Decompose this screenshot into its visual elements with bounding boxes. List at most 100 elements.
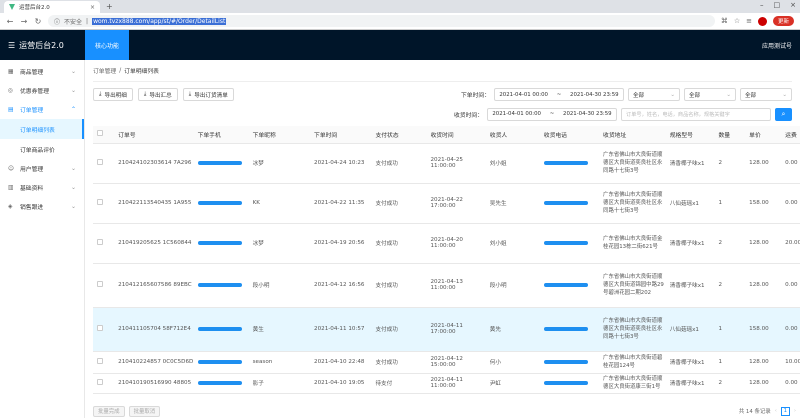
cell-price: 128.00 bbox=[745, 373, 782, 394]
reload-icon[interactable]: ↻ bbox=[34, 17, 42, 26]
cell-shipping: 0.00 bbox=[781, 183, 800, 224]
download-icon: ⤓ bbox=[143, 91, 147, 97]
download-icon: ⤓ bbox=[99, 91, 102, 97]
cell-address: 广东省佛山市大良街道金桂花园13栋二街621号 bbox=[599, 223, 666, 264]
goods-icon: ▦ bbox=[8, 68, 14, 75]
row-checkbox[interactable] bbox=[97, 159, 103, 165]
search-button[interactable]: ⌕ bbox=[775, 107, 792, 121]
info-icon[interactable]: ⓘ bbox=[54, 17, 60, 26]
coupon-icon: ◎ bbox=[8, 87, 14, 94]
row-checkbox[interactable] bbox=[97, 379, 103, 385]
cell-shipping: 10.00 bbox=[781, 351, 800, 374]
sidebar-item-basic-data[interactable]: ▥ 基础资料 ⌄ bbox=[0, 178, 84, 197]
receive-time-range-picker[interactable]: 2021-04-01 00:00 ~2021-04-30 23:59 bbox=[487, 107, 617, 121]
row-checkbox[interactable] bbox=[97, 239, 103, 245]
user-menu[interactable]: 应用测试号 bbox=[762, 41, 800, 50]
cell-receive-time: 2021-04-12 15:00:00 bbox=[426, 351, 486, 374]
sidebar-item-orders[interactable]: ▤ 订单管理 ⌃ bbox=[0, 100, 84, 119]
cell-receiver: 刘小姐 bbox=[485, 143, 540, 184]
table-row[interactable]: 210419205625 1C560844 冰梦 2021-04-19 20:56 支… bbox=[93, 223, 800, 264]
order-icon: ▤ bbox=[8, 106, 14, 113]
update-button[interactable]: 更新 bbox=[772, 16, 794, 26]
profile-avatar[interactable] bbox=[757, 16, 767, 26]
select-all-checkbox[interactable] bbox=[97, 130, 103, 137]
redacted-mark bbox=[197, 359, 242, 364]
top-nav-core[interactable]: 核心功能 bbox=[85, 30, 130, 60]
breadcrumb-parent[interactable]: 订单管理 bbox=[93, 66, 116, 75]
cell-receive-time: 2021-04-11 11:00:00 bbox=[426, 373, 486, 394]
new-tab-icon[interactable]: + bbox=[106, 1, 113, 13]
cell-receiver-phone bbox=[539, 263, 600, 308]
prev-page-icon[interactable]: ‹ bbox=[775, 408, 777, 414]
back-icon[interactable]: ← bbox=[6, 17, 14, 26]
table-row[interactable]: 210422113540435 1A955 KK 2021-04-22 11:35 支… bbox=[93, 183, 800, 224]
browser-tab[interactable]: 运营后台2.0 × bbox=[4, 1, 100, 13]
row-checkbox[interactable] bbox=[97, 281, 103, 287]
sidebar-subitem-order-review[interactable]: 订单商品评价 bbox=[0, 139, 84, 159]
app-logo: ☰ 运营后台2.0 bbox=[0, 40, 85, 51]
filter-select-2[interactable]: 全部 ⌄ bbox=[684, 88, 736, 101]
cell-receiver: 何小 bbox=[485, 351, 540, 374]
cell-nickname: season bbox=[248, 351, 311, 374]
col-shipping: 运费 bbox=[781, 126, 800, 144]
table-row[interactable]: 210410190516990 48805 影子 2021-04-10 19:05 待… bbox=[93, 373, 800, 394]
row-checkbox[interactable] bbox=[97, 358, 103, 364]
next-page-icon[interactable]: › bbox=[794, 408, 796, 414]
batch-complete-button[interactable]: 批量完成 bbox=[93, 405, 125, 417]
search-input[interactable]: 订单号，姓名，电话，商品名称，规格关键字 bbox=[621, 107, 771, 121]
cell-order-time: 2021-04-10 19:05 bbox=[310, 373, 372, 394]
maximize-icon[interactable]: □ bbox=[774, 1, 781, 9]
col-order-no: 订单号 bbox=[114, 126, 194, 144]
table-row[interactable]: 210424102303614 7A296 冰梦 2021-04-24 10:23 支… bbox=[93, 143, 800, 184]
redacted-mark bbox=[197, 326, 242, 331]
redacted-mark bbox=[197, 282, 242, 287]
chevron-down-icon: ⌄ bbox=[70, 203, 76, 210]
sidebar-subitem-order-detail[interactable]: 订单明细列表 bbox=[0, 119, 84, 139]
table-row[interactable]: 210412165607586 89EBC 段小明 2021-04-12 16:56… bbox=[93, 263, 800, 308]
sidebar-item-goods[interactable]: ▦ 商品管理 ⌄ bbox=[0, 62, 84, 81]
close-tab-icon[interactable]: × bbox=[90, 4, 95, 11]
menu-toggle-icon[interactable]: ☰ bbox=[8, 41, 15, 50]
close-window-icon[interactable]: × bbox=[790, 1, 796, 9]
col-price: 单价 bbox=[745, 126, 782, 144]
sidebar-item-sales[interactable]: ◈ 销售跟进 ⌄ bbox=[0, 197, 84, 216]
page-1[interactable]: 1 bbox=[780, 406, 790, 416]
table-row[interactable]: 210411105704 58F712E4 黄生 2021-04-11 10:57 支… bbox=[93, 307, 800, 352]
redacted-mark bbox=[543, 326, 588, 331]
sidebar-item-users[interactable]: ☺ 用户管理 ⌄ bbox=[0, 159, 84, 178]
order-table: 订单号 下单手机 下单昵称 下单时间 支付状态 收货时间 收货人 收货电话 收货… bbox=[93, 126, 800, 394]
row-checkbox[interactable] bbox=[97, 199, 103, 205]
cell-spec: 八仙菇瑶x1 bbox=[665, 183, 715, 224]
forward-icon[interactable]: → bbox=[20, 17, 28, 26]
star-icon[interactable]: ☆ bbox=[734, 17, 740, 25]
export-detail-button[interactable]: ⤓ 导出明细 bbox=[93, 88, 133, 101]
menu-dots-icon[interactable]: ≡ bbox=[746, 17, 752, 25]
redacted-mark bbox=[197, 380, 242, 385]
export-summary-button[interactable]: ⤓ 导出汇总 bbox=[137, 88, 178, 101]
row-checkbox[interactable] bbox=[97, 325, 103, 331]
toolbar-icons: ⌘ ☆ ≡ 更新 bbox=[721, 16, 794, 26]
cell-qty: 2 bbox=[714, 223, 746, 264]
chevron-down-icon: ⌄ bbox=[782, 91, 787, 98]
minimize-icon[interactable]: – bbox=[760, 1, 764, 9]
chevron-down-icon: ⌄ bbox=[70, 165, 76, 172]
extension-icon[interactable]: ⌘ bbox=[721, 17, 728, 25]
cell-receiver-phone bbox=[539, 183, 600, 224]
order-time-range-picker[interactable]: 2021-04-01 00:00 ~2021-04-30 23:59 bbox=[494, 88, 624, 101]
table-row[interactable]: 210410224857 0C0C5D6D season 2021-04-10 22… bbox=[93, 351, 800, 374]
cell-qty: 1 bbox=[714, 307, 746, 352]
cell-shipping: 0.00 bbox=[781, 307, 800, 352]
filter-select-3[interactable]: 全部 ⌄ bbox=[740, 88, 792, 101]
cell-checkbox bbox=[93, 223, 115, 264]
export-order-list-button[interactable]: ⤓ 导出订货清单 bbox=[182, 88, 234, 101]
cell-checkbox bbox=[93, 263, 115, 308]
filter-select-1[interactable]: 全部 ⌄ bbox=[628, 88, 680, 101]
address-bar[interactable]: ⓘ 不安全 | wom.tvzx888.com/app/st/#/Order/D… bbox=[48, 15, 715, 27]
cell-price: 128.00 bbox=[745, 351, 782, 374]
cell-spec: 八仙菇瑶x1 bbox=[665, 307, 715, 352]
sidebar-item-coupons[interactable]: ◎ 优惠券管理 ⌄ bbox=[0, 81, 84, 100]
url-text[interactable]: wom.tvzx888.com/app/st/#/Order/DetailLis… bbox=[92, 17, 227, 25]
cell-shipping: 0.00 bbox=[781, 263, 800, 308]
cell-price: 158.00 bbox=[745, 307, 782, 352]
batch-cancel-button[interactable]: 批量取消 bbox=[128, 405, 161, 417]
